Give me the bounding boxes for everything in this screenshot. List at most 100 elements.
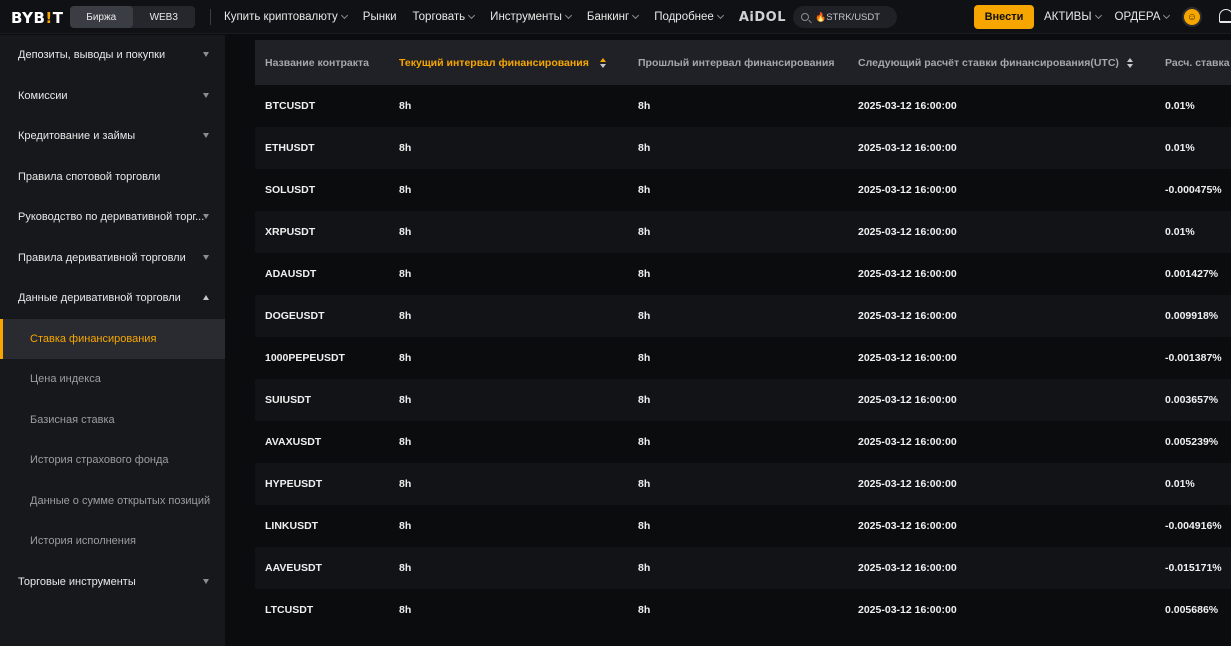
- fire-icon: 🔥: [815, 11, 827, 22]
- chevron-down-icon: [632, 11, 640, 20]
- cell-next-calc: 2025-03-12 16:00:00: [858, 310, 957, 322]
- top-navbar: BYB!T Биржа WEB3 Купить криптовалюту Рын…: [0, 0, 1231, 34]
- table-row[interactable]: BTCUSDT 8h 8h 2025-03-12 16:00:00 0.01%: [255, 85, 1231, 127]
- sidebar-item-label: История страхового фонда: [30, 454, 169, 466]
- bybit-logo[interactable]: BYB!T: [11, 9, 64, 27]
- nav-trade[interactable]: Торговать: [413, 11, 476, 23]
- table-row[interactable]: 1000PEPEUSDT 8h 8h 2025-03-12 16:00:00 -0.00…: [255, 337, 1231, 379]
- cell-prev-interval: 8h: [638, 142, 651, 154]
- cell-next-calc: 2025-03-12 16:00:00: [858, 142, 957, 154]
- cell-current-interval: 8h: [399, 352, 412, 364]
- sidebar-item-derivatives-data[interactable]: Данные деривативной торговли: [0, 278, 225, 318]
- sidebar-item-execution-history[interactable]: История исполнения: [0, 521, 225, 561]
- header-current-interval[interactable]: Текущий интервал финансирования: [399, 40, 589, 85]
- table-header: Название контракта Текущий интервал фина…: [255, 40, 1231, 85]
- table-row[interactable]: XRPUSDT 8h 8h 2025-03-12 16:00:00 0.01%: [255, 211, 1231, 253]
- nav-orders[interactable]: ОРДЕРА: [1114, 11, 1171, 23]
- sidebar-item-derivatives-rules[interactable]: Правила деривативной торговли: [0, 238, 225, 278]
- switch-exchange[interactable]: Биржа: [70, 6, 133, 28]
- sidebar-item-label: Депозиты, выводы и покупки: [18, 49, 166, 61]
- cell-rate: 0.005239%: [1165, 436, 1219, 448]
- sort-icon[interactable]: [1127, 58, 1133, 68]
- cell-rate: 0.001427%: [1165, 268, 1219, 280]
- sidebar-item-lending[interactable]: Кредитование и займы: [0, 116, 225, 156]
- sidebar-item-fees[interactable]: Комиссии: [0, 76, 225, 116]
- table-row[interactable]: ETHUSDT 8h 8h 2025-03-12 16:00:00 0.01%: [255, 127, 1231, 169]
- aidol-logo[interactable]: AiDOL: [739, 10, 786, 25]
- sidebar-item-spot-rules[interactable]: Правила спотовой торговли: [0, 157, 225, 197]
- chevron-down-icon: [1163, 11, 1171, 20]
- nav-divider: [210, 9, 211, 25]
- caret-down-icon: [203, 52, 209, 57]
- table-row[interactable]: SOLUSDT 8h 8h 2025-03-12 16:00:00 -0.000475%: [255, 169, 1231, 211]
- nav-banking[interactable]: Банкинг: [587, 11, 640, 23]
- cell-current-interval: 8h: [399, 562, 412, 574]
- avatar[interactable]: ☺: [1182, 7, 1202, 27]
- chevron-down-icon: [564, 11, 572, 20]
- nav-label: ОРДЕРА: [1114, 11, 1161, 23]
- main-content: Название контракта Текущий интервал фина…: [225, 35, 1231, 646]
- funding-rate-table: Название контракта Текущий интервал фина…: [255, 40, 1231, 631]
- cell-next-calc: 2025-03-12 16:00:00: [858, 478, 957, 490]
- cell-current-interval: 8h: [399, 142, 412, 154]
- cell-rate: 0.005686%: [1165, 604, 1219, 616]
- table-row[interactable]: HYPEUSDT 8h 8h 2025-03-12 16:00:00 0.01%: [255, 463, 1231, 505]
- sidebar-item-basis-rate[interactable]: Базисная ставка: [0, 400, 225, 440]
- table-row[interactable]: DOGEUSDT 8h 8h 2025-03-12 16:00:00 0.009918%: [255, 295, 1231, 337]
- table-row[interactable]: AAVEUSDT 8h 8h 2025-03-12 16:00:00 -0.015171…: [255, 547, 1231, 589]
- header-next-calc[interactable]: Следующий расчёт ставки финансирования(U…: [858, 40, 1119, 85]
- table-row[interactable]: ADAUSDT 8h 8h 2025-03-12 16:00:00 0.001427%: [255, 253, 1231, 295]
- search-input[interactable]: 🔥STRK/USDT: [793, 6, 897, 28]
- nav-buy-crypto[interactable]: Купить криптовалюту: [224, 11, 348, 23]
- cell-contract: LTCUSDT: [265, 604, 314, 616]
- caret-down-icon: [203, 93, 209, 98]
- sidebar-item-funding-rate[interactable]: Ставка финансирования: [0, 319, 225, 359]
- nav-markets[interactable]: Рынки: [363, 11, 397, 23]
- chevron-down-icon: [340, 11, 348, 20]
- header-contract: Название контракта: [265, 56, 369, 69]
- nav-label: Рынки: [362, 11, 397, 23]
- cell-contract: XRPUSDT: [265, 226, 316, 238]
- cell-rate: 0.009918%: [1165, 310, 1219, 322]
- table-row[interactable]: SUIUSDT 8h 8h 2025-03-12 16:00:00 0.003657%: [255, 379, 1231, 421]
- sidebar-item-insurance-history[interactable]: История страхового фонда: [0, 440, 225, 480]
- bell-icon[interactable]: [1219, 9, 1231, 23]
- cell-prev-interval: 8h: [638, 352, 651, 364]
- deposit-button[interactable]: Внести: [974, 5, 1034, 29]
- header-label: Следующий расчёт ставки финансирования(U…: [858, 56, 1119, 69]
- caret-up-icon: [203, 295, 209, 300]
- nav-label: АКТИВЫ: [1044, 11, 1092, 23]
- nav-assets[interactable]: АКТИВЫ: [1044, 11, 1102, 23]
- cell-contract: DOGEUSDT: [265, 310, 325, 322]
- sidebar-item-index-price[interactable]: Цена индекса: [0, 359, 225, 399]
- cell-current-interval: 8h: [399, 310, 412, 322]
- cell-contract: ETHUSDT: [265, 142, 315, 154]
- sidebar-item-label: Данные о сумме открытых позиций: [30, 495, 211, 507]
- nav-tools[interactable]: Инструменты: [490, 11, 572, 23]
- sidebar-item-trading-tools[interactable]: Торговые инструменты: [0, 562, 225, 602]
- cell-contract: ADAUSDT: [265, 268, 317, 280]
- sidebar-item-derivatives-guide[interactable]: Руководство по деривативной торг...: [0, 197, 225, 237]
- nav-label: Инструменты: [490, 11, 562, 23]
- sidebar-item-open-interest[interactable]: Данные о сумме открытых позиций: [0, 481, 225, 521]
- cell-prev-interval: 8h: [638, 604, 651, 616]
- cell-contract: AAVEUSDT: [265, 562, 322, 574]
- sidebar-item-label: Кредитование и займы: [18, 130, 136, 142]
- exchange-web3-switch: Биржа WEB3: [70, 6, 195, 28]
- table-row[interactable]: LTCUSDT 8h 8h 2025-03-12 16:00:00 0.005686%: [255, 589, 1231, 631]
- caret-down-icon: [203, 255, 209, 260]
- cell-rate: 0.01%: [1165, 226, 1195, 238]
- sidebar-item-label: Руководство по деривативной торг...: [18, 211, 205, 223]
- nav-more[interactable]: Подробнее: [654, 11, 724, 23]
- sort-icon[interactable]: [600, 58, 606, 68]
- switch-web3[interactable]: WEB3: [133, 6, 196, 28]
- table-row[interactable]: AVAXUSDT 8h 8h 2025-03-12 16:00:00 0.005239%: [255, 421, 1231, 463]
- sidebar-item-deposits[interactable]: Депозиты, выводы и покупки: [0, 35, 225, 75]
- cell-current-interval: 8h: [399, 478, 412, 490]
- cell-prev-interval: 8h: [638, 184, 651, 196]
- cell-prev-interval: 8h: [638, 310, 651, 322]
- cell-contract: AVAXUSDT: [265, 436, 322, 448]
- cell-contract: 1000PEPEUSDT: [265, 352, 345, 364]
- cell-current-interval: 8h: [399, 268, 412, 280]
- table-row[interactable]: LINKUSDT 8h 8h 2025-03-12 16:00:00 -0.004916…: [255, 505, 1231, 547]
